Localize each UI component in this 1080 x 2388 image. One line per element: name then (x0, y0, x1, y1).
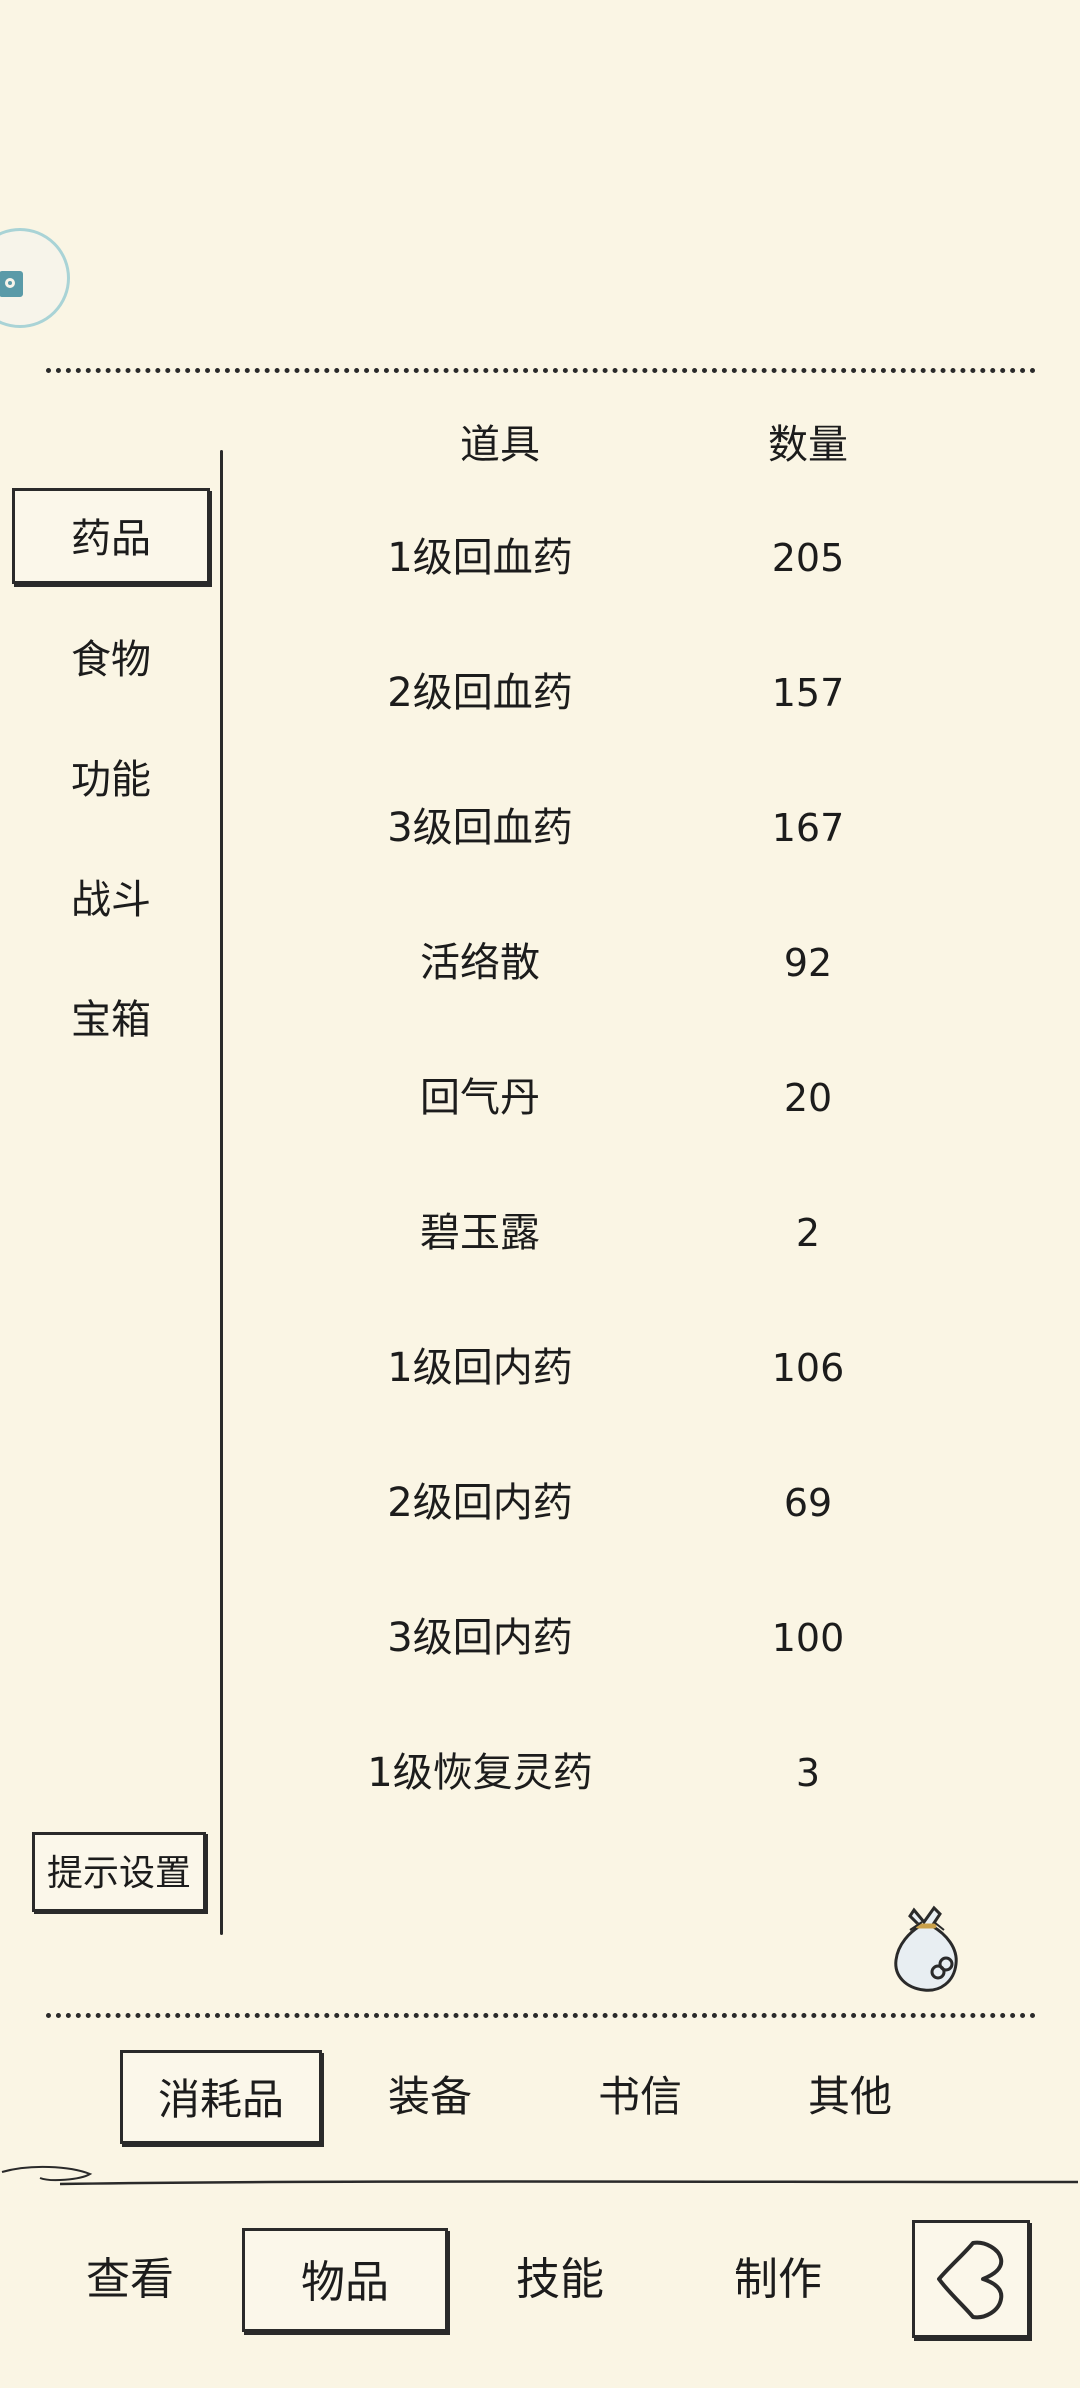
header-item: 道具 (460, 422, 540, 468)
hint-settings-button[interactable]: 提示设置 (32, 1832, 206, 1912)
nav-skills[interactable]: 技能 (470, 2228, 650, 2332)
sidebar-divider (220, 450, 223, 1935)
item-quantity: 69 (783, 1481, 833, 1525)
category-treasure-chest[interactable]: 宝箱 (12, 972, 210, 1068)
tab-equipment[interactable]: 装备 (338, 2050, 522, 2144)
table-row[interactable]: 活络散 92 (230, 903, 1050, 1039)
item-quantity: 157 (771, 671, 845, 715)
tab-others[interactable]: 其他 (758, 2050, 942, 2144)
table-row[interactable]: 1级回血药 205 (230, 498, 1050, 634)
table-row[interactable]: 1级回内药 106 (230, 1308, 1050, 1444)
avatar[interactable] (0, 228, 70, 328)
item-name: 回气丹 (420, 1075, 540, 1121)
item-quantity: 3 (795, 1751, 821, 1795)
back-button[interactable] (912, 2220, 1030, 2338)
item-quantity: 2 (795, 1211, 821, 1255)
bottom-divider (46, 2013, 1036, 2018)
table-row[interactable]: 3级回血药 167 (230, 768, 1050, 904)
house-badge-icon (0, 271, 23, 297)
item-name: 3级回内药 (387, 1615, 573, 1661)
item-name: 碧玉露 (420, 1210, 540, 1256)
bag-icon[interactable] (888, 1900, 964, 1996)
table-row[interactable]: 碧玉露 2 (230, 1173, 1050, 1309)
tab-letters[interactable]: 书信 (548, 2050, 732, 2144)
item-quantity: 106 (771, 1346, 845, 1390)
item-quantity: 20 (783, 1076, 833, 1120)
table-row[interactable]: 1级恢复灵药 3 (230, 1713, 1050, 1849)
category-food[interactable]: 食物 (12, 612, 210, 708)
nav-items[interactable]: 物品 (242, 2228, 448, 2332)
table-row[interactable]: 回气丹 20 (230, 1038, 1050, 1174)
category-medicine[interactable]: 药品 (12, 488, 210, 584)
table-row[interactable]: 2级回血药 157 (230, 633, 1050, 769)
header-quantity: 数量 (768, 422, 848, 468)
nav-view[interactable]: 查看 (40, 2228, 220, 2332)
item-name: 1级回内药 (387, 1345, 573, 1391)
nav-craft[interactable]: 制作 (688, 2228, 868, 2332)
top-divider (46, 368, 1036, 373)
item-name: 2级回血药 (387, 670, 573, 716)
category-battle[interactable]: 战斗 (12, 852, 210, 948)
item-name: 3级回血药 (387, 805, 573, 851)
table-row[interactable]: 3级回内药 100 (230, 1578, 1050, 1714)
back-arrow-icon (937, 2240, 1004, 2320)
category-function[interactable]: 功能 (12, 732, 210, 828)
item-quantity: 167 (771, 806, 845, 850)
item-name: 活络散 (420, 940, 540, 986)
tab-consumables[interactable]: 消耗品 (120, 2050, 322, 2144)
item-name: 2级回内药 (387, 1480, 573, 1526)
brush-divider (1, 2165, 1079, 2186)
item-name: 1级回血药 (387, 535, 573, 581)
table-row[interactable]: 2级回内药 69 (230, 1443, 1050, 1579)
item-quantity: 205 (771, 536, 845, 580)
item-quantity: 92 (783, 941, 833, 985)
item-quantity: 100 (771, 1616, 845, 1660)
item-name: 1级恢复灵药 (367, 1750, 593, 1796)
